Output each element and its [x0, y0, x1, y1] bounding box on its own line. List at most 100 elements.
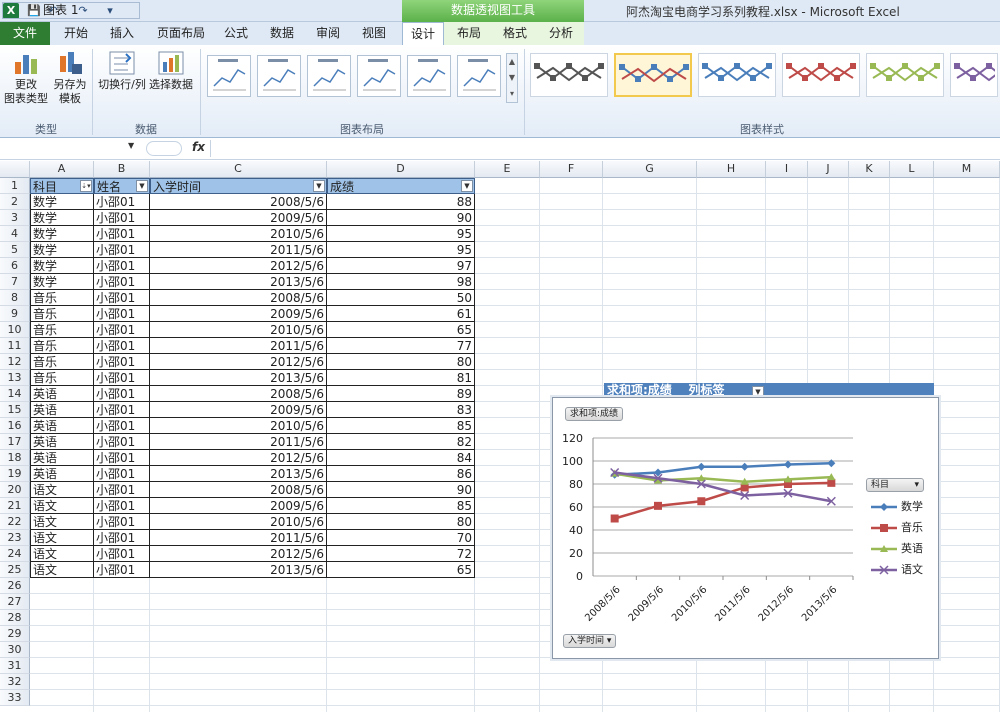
name-box-dropdown-icon[interactable]: ▼: [128, 141, 134, 150]
table-cell[interactable]: 小邵01: [94, 530, 150, 546]
chart-layout-option-4[interactable]: [357, 55, 401, 97]
tab-format[interactable]: 格式: [494, 22, 536, 45]
table-cell[interactable]: 音乐: [30, 290, 94, 306]
chart-style-option-6[interactable]: [950, 53, 1000, 97]
table-cell[interactable]: 2009/5/6: [150, 306, 327, 322]
table-cell[interactable]: 2010/5/6: [150, 322, 327, 338]
table-cell[interactable]: 61: [327, 306, 475, 322]
row-header[interactable]: 3: [0, 210, 30, 226]
switch-row-column-button[interactable]: 切换行/列: [96, 50, 148, 92]
tab-insert[interactable]: 插入: [100, 22, 144, 45]
column-header-l[interactable]: L: [890, 161, 934, 178]
value-field-button[interactable]: 求和项:成绩: [565, 407, 624, 421]
table-cell[interactable]: 小邵01: [94, 466, 150, 482]
row-header[interactable]: 7: [0, 274, 30, 290]
table-cell[interactable]: 2012/5/6: [150, 354, 327, 370]
formula-input[interactable]: [210, 140, 996, 157]
layout-gallery-scroll[interactable]: ▲ ▼ ▾: [506, 53, 518, 103]
table-cell[interactable]: 95: [327, 242, 475, 258]
chart-layout-option-3[interactable]: [307, 55, 351, 97]
table-cell[interactable]: 音乐: [30, 354, 94, 370]
legend-field-button[interactable]: 科目 ▾: [866, 478, 924, 492]
table-cell[interactable]: 70: [327, 530, 475, 546]
row-header[interactable]: 15: [0, 402, 30, 418]
row-header[interactable]: 25: [0, 562, 30, 578]
table-cell[interactable]: 小邵01: [94, 498, 150, 514]
filter-dropdown-button[interactable]: ⇣▾: [80, 180, 92, 192]
table-cell[interactable]: 英语: [30, 466, 94, 482]
chart-layout-option-1[interactable]: [207, 55, 251, 97]
row-header[interactable]: 31: [0, 658, 30, 674]
table-cell[interactable]: 英语: [30, 386, 94, 402]
chart-layout-option-5[interactable]: [407, 55, 451, 97]
pivot-chart[interactable]: 0 20 40 60 80 100 120 2008/5/6 2009/5/6 2010/5/6 2…: [552, 397, 939, 659]
table-cell[interactable]: 数学: [30, 242, 94, 258]
insert-function-icon[interactable]: fx: [192, 140, 205, 154]
row-header[interactable]: 19: [0, 466, 30, 482]
table-cell[interactable]: 小邵01: [94, 274, 150, 290]
row-header[interactable]: 5: [0, 242, 30, 258]
row-header[interactable]: 9: [0, 306, 30, 322]
column-header-a[interactable]: A: [30, 161, 94, 178]
chart-style-option-2[interactable]: [614, 53, 692, 97]
tab-design[interactable]: 设计: [402, 22, 444, 45]
table-cell[interactable]: 小邵01: [94, 562, 150, 578]
table-cell[interactable]: 音乐: [30, 306, 94, 322]
table-cell[interactable]: 数学: [30, 210, 94, 226]
table-cell[interactable]: 2011/5/6: [150, 530, 327, 546]
table-cell[interactable]: 2012/5/6: [150, 258, 327, 274]
table-cell[interactable]: 2011/5/6: [150, 434, 327, 450]
row-header[interactable]: 18: [0, 450, 30, 466]
table-cell[interactable]: 86: [327, 466, 475, 482]
table-cell[interactable]: 2009/5/6: [150, 210, 327, 226]
column-header-i[interactable]: I: [766, 161, 808, 178]
column-header-h[interactable]: H: [697, 161, 766, 178]
table-cell[interactable]: 小邵01: [94, 338, 150, 354]
table-header-cell[interactable]: 科目 ⇣▾: [30, 178, 94, 194]
table-cell[interactable]: 2013/5/6: [150, 466, 327, 482]
row-header[interactable]: 10: [0, 322, 30, 338]
change-chart-type-button[interactable]: 更改 图表类型: [4, 50, 48, 106]
table-cell[interactable]: 小邵01: [94, 306, 150, 322]
row-header[interactable]: 26: [0, 578, 30, 594]
tab-data[interactable]: 数据: [260, 22, 304, 45]
table-cell[interactable]: 小邵01: [94, 290, 150, 306]
chart-style-option-5[interactable]: [866, 53, 944, 97]
table-cell[interactable]: 81: [327, 370, 475, 386]
table-cell[interactable]: 97: [327, 258, 475, 274]
table-cell[interactable]: 2013/5/6: [150, 274, 327, 290]
table-cell[interactable]: 小邵01: [94, 210, 150, 226]
table-cell[interactable]: 84: [327, 450, 475, 466]
table-cell[interactable]: 英语: [30, 434, 94, 450]
row-header[interactable]: 33: [0, 690, 30, 706]
table-header-cell[interactable]: 入学时间 ▼: [150, 178, 327, 194]
column-header-d[interactable]: D: [327, 161, 475, 178]
table-cell[interactable]: 语文: [30, 482, 94, 498]
table-cell[interactable]: 89: [327, 386, 475, 402]
table-cell[interactable]: 小邵01: [94, 242, 150, 258]
table-cell[interactable]: 2010/5/6: [150, 418, 327, 434]
table-cell[interactable]: 语文: [30, 562, 94, 578]
table-cell[interactable]: 95: [327, 226, 475, 242]
table-cell[interactable]: 语文: [30, 530, 94, 546]
formula-expand-handle[interactable]: [146, 141, 182, 156]
column-header-e[interactable]: E: [475, 161, 540, 178]
table-cell[interactable]: 英语: [30, 418, 94, 434]
table-cell[interactable]: 80: [327, 514, 475, 530]
table-cell[interactable]: 小邵01: [94, 434, 150, 450]
table-header-cell[interactable]: 姓名 ▼: [94, 178, 150, 194]
filter-dropdown-button[interactable]: ▼: [136, 180, 148, 192]
table-cell[interactable]: 小邵01: [94, 194, 150, 210]
row-header[interactable]: 12: [0, 354, 30, 370]
chart-style-option-1[interactable]: [530, 53, 608, 97]
tab-review[interactable]: 审阅: [306, 22, 350, 45]
row-header[interactable]: 30: [0, 642, 30, 658]
table-cell[interactable]: 2010/5/6: [150, 514, 327, 530]
table-cell[interactable]: 音乐: [30, 338, 94, 354]
table-cell[interactable]: 小邵01: [94, 482, 150, 498]
row-header[interactable]: 22: [0, 514, 30, 530]
filter-dropdown-button[interactable]: ▼: [313, 180, 325, 192]
table-cell[interactable]: 90: [327, 210, 475, 226]
table-cell[interactable]: 音乐: [30, 322, 94, 338]
row-header[interactable]: 6: [0, 258, 30, 274]
